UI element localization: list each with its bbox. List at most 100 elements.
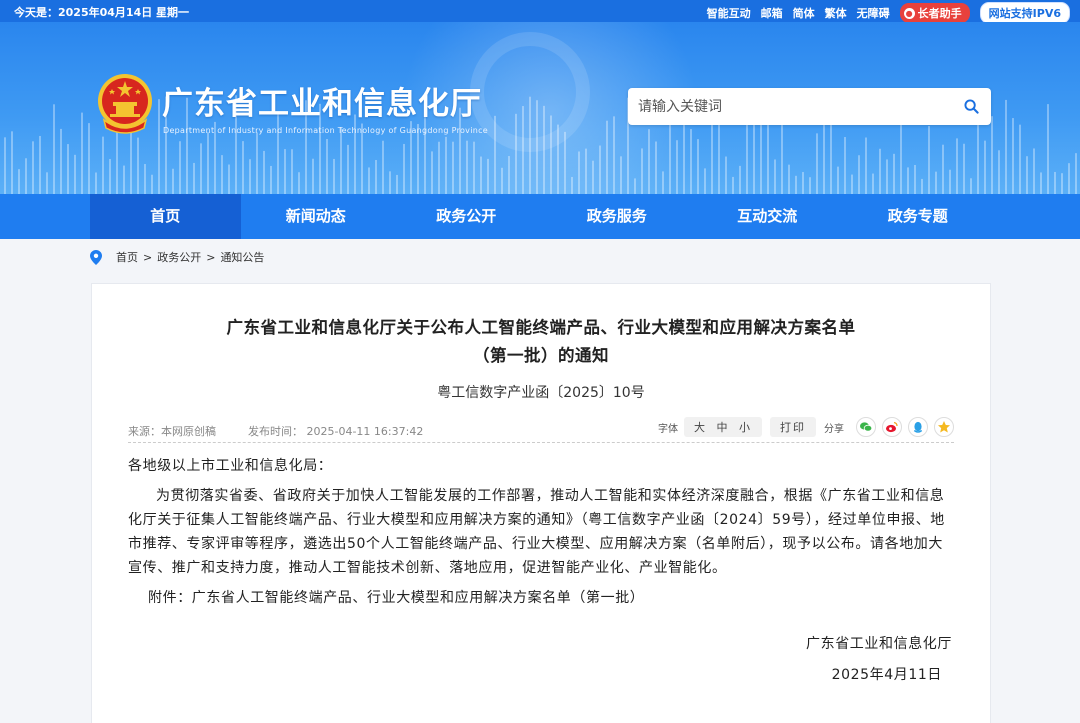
wechat-icon[interactable] (856, 417, 876, 437)
skyline-bar (529, 96, 531, 194)
article-source: 来源：本网原创稿 (128, 425, 216, 438)
breadcrumb-notices[interactable]: 通知公告 (220, 249, 264, 265)
body-paragraph: 为贯彻落实省委、省政府关于加快人工智能发展的工作部署，推动人工智能和实体经济深度… (128, 488, 945, 576)
skyline-bar (445, 136, 447, 194)
attachment-link[interactable]: 附件：广东省人工智能终端产品、行业大模型和应用解决方案名单（第一批） (128, 586, 954, 610)
font-size-switcher: 大 中 小 (684, 417, 762, 437)
print-button[interactable]: 打印 (770, 417, 816, 437)
skyline-bar (578, 151, 580, 194)
skyline-bar (1026, 156, 1028, 194)
search-icon[interactable] (964, 99, 979, 114)
skyline-bar (648, 129, 650, 194)
skyline-bar (1019, 124, 1021, 194)
skyline-bar (508, 156, 510, 194)
skyline-bar (942, 144, 944, 194)
article-body: 各地级以上市工业和信息化局： 为贯彻落实省委、省政府关于加快人工智能发展的工作部… (128, 454, 954, 610)
skyline-bar (53, 104, 55, 194)
skyline-bar (914, 165, 916, 194)
skyline-bar (452, 141, 454, 194)
skyline-bar (977, 114, 979, 194)
breadcrumb-government-affairs[interactable]: 政务公开 (157, 249, 201, 265)
skyline-bar (368, 167, 370, 194)
skyline-bar (501, 167, 503, 194)
elder-icon: ● (903, 7, 915, 19)
skyline-bar (1012, 118, 1014, 194)
search-box (628, 88, 991, 125)
skyline-bar (634, 178, 636, 194)
skyline-bar (844, 137, 846, 194)
font-size-large[interactable]: 大 (694, 421, 707, 434)
skyline-bar (172, 168, 174, 194)
favorite-icon[interactable] (934, 417, 954, 437)
search-input[interactable] (628, 88, 928, 125)
skyline-bar (123, 165, 125, 194)
skyline-bar (270, 165, 272, 194)
elder-mode-button[interactable]: ● 长者助手 (899, 3, 970, 23)
article-container: 广东省工业和信息化厅关于公布人工智能终端产品、行业大模型和应用解决方案名单（第一… (91, 283, 991, 723)
skyline-bar (571, 176, 573, 194)
nav-item-government-affairs-disclosure[interactable]: 政务公开 (391, 194, 542, 239)
site-title[interactable]: 广东省工业和信息化厅 (162, 78, 482, 123)
skyline-bar (816, 133, 818, 194)
skyline-bar (1068, 163, 1070, 194)
skyline-bar (956, 138, 958, 194)
national-emblem-icon (98, 74, 152, 134)
skyline-bar (970, 178, 972, 194)
top-link-smart-interaction[interactable]: 智能互动 (707, 5, 751, 21)
skyline-bar (263, 150, 265, 194)
skyline-bar (858, 155, 860, 194)
skyline-bar (438, 141, 440, 194)
skyline-bar (697, 139, 699, 194)
top-link-simplified[interactable]: 简体 (793, 5, 815, 21)
skyline-bar (130, 131, 132, 194)
skyline-bar (32, 141, 34, 194)
skyline-bar (158, 99, 160, 194)
skyline-bar (760, 122, 762, 194)
article-tools: 字体 大 中 小 打印 分享 (658, 417, 954, 437)
main-nav: 首页 新闻动态 政务公开 政务服务 互动交流 政务专题 (0, 194, 1080, 239)
skyline-bar (809, 177, 811, 194)
ipv6-badge[interactable]: 网站支持IPV6 (979, 2, 1070, 24)
skyline-bar (144, 164, 146, 194)
share-label: 分享 (824, 423, 844, 435)
skyline-bar (879, 148, 881, 194)
skyline-bar (949, 169, 951, 194)
weibo-icon[interactable] (882, 417, 902, 437)
skyline-bar (74, 154, 76, 194)
skyline-bar (536, 100, 538, 194)
publish-time: 发布时间： 2025-04-11 16:37:42 (248, 425, 424, 438)
nav-item-interaction[interactable]: 互动交流 (692, 194, 843, 239)
skyline-bar (81, 112, 83, 194)
skyline-bar (886, 159, 888, 194)
nav-item-news[interactable]: 新闻动态 (241, 194, 392, 239)
top-links: 智能互动 邮箱 简体 繁体 无障碍 ● 长者助手 网站支持IPV6 (707, 2, 1070, 24)
skyline-bar (851, 174, 853, 194)
nav-item-special-topics[interactable]: 政务专题 (843, 194, 994, 239)
header-banner: 广东省工业和信息化厅 Department of Industry and In… (0, 22, 1080, 194)
skyline-bar (396, 174, 398, 194)
top-link-mailbox[interactable]: 邮箱 (761, 5, 783, 21)
top-link-accessibility[interactable]: 无障碍 (857, 5, 890, 21)
skyline-bar (690, 129, 692, 194)
skyline-bar (928, 125, 930, 194)
skyline-bar (228, 164, 230, 194)
nav-item-government-services[interactable]: 政务服务 (542, 194, 693, 239)
skyline-bar (1061, 173, 1063, 194)
top-link-traditional[interactable]: 繁体 (825, 5, 847, 21)
skyline-bar (60, 128, 62, 194)
skyline-bar (1040, 172, 1042, 194)
skyline-bar (746, 118, 748, 194)
breadcrumb-home[interactable]: 首页 (116, 249, 138, 265)
nav-item-home[interactable]: 首页 (90, 194, 241, 239)
qq-icon[interactable] (908, 417, 928, 437)
skyline-bar (599, 145, 601, 194)
skyline-bar (788, 164, 790, 194)
skyline-bar (550, 115, 552, 194)
skyline-bar (207, 132, 209, 194)
skyline-bar (18, 169, 20, 194)
font-size-medium[interactable]: 中 (717, 421, 730, 434)
location-pin-icon (90, 249, 102, 265)
font-size-small[interactable]: 小 (739, 421, 752, 434)
skyline-bar (249, 159, 251, 194)
skyline-bar (242, 141, 244, 194)
